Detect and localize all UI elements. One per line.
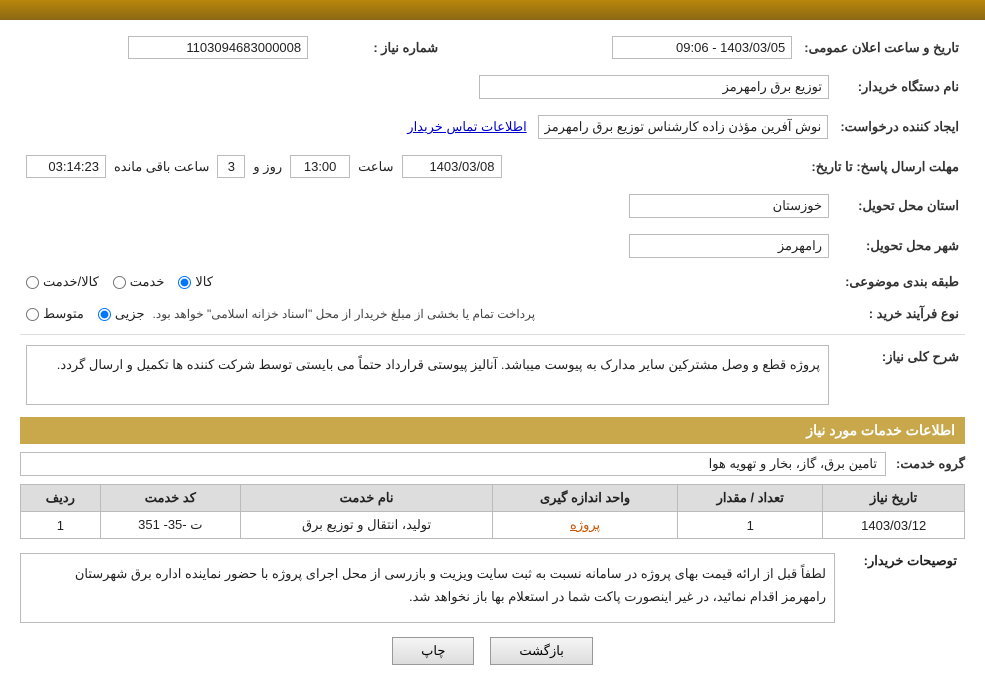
services-table: تاریخ نیاز تعداد / مقدار واحد اندازه گیر…: [20, 484, 965, 539]
info-table-4: مهلت ارسال پاسخ: تا تاریخ: 03:14:23 ساعت…: [20, 151, 965, 182]
tabaqe-radiogroup: کالا/خدمت خدمت کالا: [26, 274, 829, 290]
ostan-label: استان محل تحویل:: [835, 190, 965, 222]
tarikh-label: تاریخ و ساعت اعلان عمومی:: [798, 32, 965, 63]
tabaqe-kala-radio[interactable]: [178, 276, 191, 289]
tabaqe-label: طبقه بندی موضوعی:: [835, 270, 965, 294]
bottom-buttons: چاپ بازگشت: [20, 637, 965, 665]
table-cell: پروژه: [493, 512, 678, 539]
info-table-7: طبقه بندی موضوعی: کالا/خدمت خدمت: [20, 270, 965, 294]
info-table-3: ایجاد کننده درخواست: نوش آفرین مؤذن زاده…: [20, 111, 965, 143]
table-cell: ت -35- 351: [100, 512, 240, 539]
noe-desc: پرداخت تمام یا بخشی از مبلغ خریدار از مح…: [153, 307, 536, 321]
noe-radiogroup: متوسط جزیی: [26, 306, 145, 322]
shahr-label: شهر محل تحویل:: [835, 230, 965, 262]
tabaqe-value-cell: کالا/خدمت خدمت کالا: [20, 270, 835, 294]
noe-jozi-label: جزیی: [115, 306, 145, 322]
tarikh-value-cell: 1403/03/05 - 09:06: [504, 32, 798, 63]
info-table-2: نام دستگاه خریدار: توزیع برق رامهرمز: [20, 71, 965, 103]
grooh-row: گروه خدمت: تامین برق، گاز، بخار و تهویه …: [20, 452, 965, 476]
mohlat-label: مهلت ارسال پاسخ: تا تاریخ:: [805, 151, 965, 182]
table-cell: تولید، انتقال و توزیع برق: [240, 512, 492, 539]
noe-jozi-radio[interactable]: [98, 308, 111, 321]
mohlat-saat-label: ساعت: [358, 159, 393, 175]
shomare-label: شماره نیاز :: [314, 32, 444, 63]
table-cell: 1403/03/12: [823, 512, 965, 539]
tarikh-value: 1403/03/05 - 09:06: [612, 36, 792, 59]
table-cell: 1: [678, 512, 823, 539]
info-table-5: استان محل تحویل: خوزستان: [20, 190, 965, 222]
col-vahed: واحد اندازه گیری: [493, 485, 678, 512]
tabaqe-kala-label: کالا: [195, 274, 213, 290]
sharh-label: شرح کلی نیاز:: [835, 341, 965, 409]
mohlat-roz-value: 3: [217, 155, 245, 178]
ostan-value-cell: خوزستان: [20, 190, 835, 222]
info-table-sharh: شرح کلی نیاز: پروژه قطع و وصل مشترکین سا…: [20, 341, 965, 409]
tabaqe-kala-khadamat-radio[interactable]: [26, 276, 39, 289]
sharh-value-cell: پروژه قطع و وصل مشترکین سایر مدارک به پی…: [20, 341, 835, 409]
info-table-6: شهر محل تحویل: رامهرمز: [20, 230, 965, 262]
tabaqe-kala-khadamat-item: کالا/خدمت: [26, 274, 99, 290]
col-name: نام خدمت: [240, 485, 492, 512]
info-table-top: تاریخ و ساعت اعلان عمومی: 1403/03/05 - 0…: [20, 32, 965, 63]
shahr-value: رامهرمز: [629, 234, 829, 258]
table-cell: 1: [21, 512, 101, 539]
tabaqe-khadamat-label: خدمت: [130, 274, 165, 290]
khadamat-header: اطلاعات خدمات مورد نیاز: [20, 417, 965, 444]
noe-farayand-label: نوع فرآیند خرید :: [835, 302, 965, 326]
namdastgah-value-cell: توزیع برق رامهرمز: [20, 71, 835, 103]
divider-1: [20, 334, 965, 335]
shahr-value-cell: رامهرمز: [20, 230, 835, 262]
mohlat-baqi-label: ساعت باقی مانده: [114, 159, 209, 175]
noe-motevaset-radio[interactable]: [26, 308, 39, 321]
namdastgah-label: نام دستگاه خریدار:: [835, 71, 965, 103]
col-radif: ردیف: [21, 485, 101, 512]
mohlat-saat-value: 13:00: [290, 155, 350, 178]
grooh-label: گروه خدمت:: [896, 456, 965, 472]
print-button[interactable]: چاپ: [392, 637, 474, 665]
tosih-buyer-label: توصیحات خریدار:: [835, 549, 965, 569]
eijad-label: ایجاد کننده درخواست:: [834, 111, 965, 143]
mohlat-baqi-value: 03:14:23: [26, 155, 106, 178]
sharh-value: پروژه قطع و وصل مشترکین سایر مدارک به پی…: [26, 345, 829, 405]
tabaqe-khadamat-radio[interactable]: [113, 276, 126, 289]
ostan-value: خوزستان: [629, 194, 829, 218]
noe-jozi-item: جزیی: [98, 306, 145, 322]
tabaqe-kala-item: کالا: [178, 274, 213, 290]
page-wrapper: تاریخ و ساعت اعلان عمومی: 1403/03/05 - 0…: [0, 0, 985, 691]
tosih-buyer-value: لطفاً قبل از ارائه قیمت بهای پروژه در سا…: [20, 553, 835, 623]
shomare-value: 1103094683000008: [128, 36, 308, 59]
noe-farayand-value-cell: متوسط جزیی پرداخت تمام یا بخشی از مبلغ خ…: [20, 302, 835, 326]
back-button[interactable]: بازگشت: [490, 637, 592, 665]
eijad-value-cell: نوش آفرین مؤذن زاده کارشناس توزیع برق را…: [20, 111, 834, 143]
col-tarikh: تاریخ نیاز: [823, 485, 965, 512]
namdastgah-value: توزیع برق رامهرمز: [479, 75, 829, 99]
col-tedad: تعداد / مقدار: [678, 485, 823, 512]
content-area: تاریخ و ساعت اعلان عمومی: 1403/03/05 - 0…: [0, 20, 985, 691]
mohlat-roz-label: روز و: [253, 159, 282, 175]
col-kod: کد خدمت: [100, 485, 240, 512]
noe-motevaset-item: متوسط: [26, 306, 84, 322]
eijad-value: نوش آفرین مؤذن زاده کارشناس توزیع برق را…: [538, 115, 829, 139]
table-row: 1403/03/121پروژهتولید، انتقال و توزیع بر…: [21, 512, 965, 539]
mohlat-date-value: 1403/03/08: [402, 155, 502, 178]
tabaqe-khadamat-item: خدمت: [113, 274, 165, 290]
tamas-link[interactable]: اطلاعات تماس خریدار: [407, 119, 526, 134]
mohlat-value-cell: 03:14:23 ساعت باقی مانده 3 روز و 13:00 س…: [20, 151, 805, 182]
page-title: [0, 0, 985, 20]
tabaqe-kala-khadamat-label: کالا/خدمت: [43, 274, 99, 290]
info-table-8: نوع فرآیند خرید : متوسط جزیی: [20, 302, 965, 326]
grooh-value: تامین برق، گاز، بخار و تهویه هوا: [20, 452, 886, 476]
shomare-value-cell: 1103094683000008: [20, 32, 314, 63]
noe-motevaset-label: متوسط: [43, 306, 84, 322]
tosih-buyer-row: توصیحات خریدار: لطفاً قبل از ارائه قیمت …: [20, 549, 965, 623]
